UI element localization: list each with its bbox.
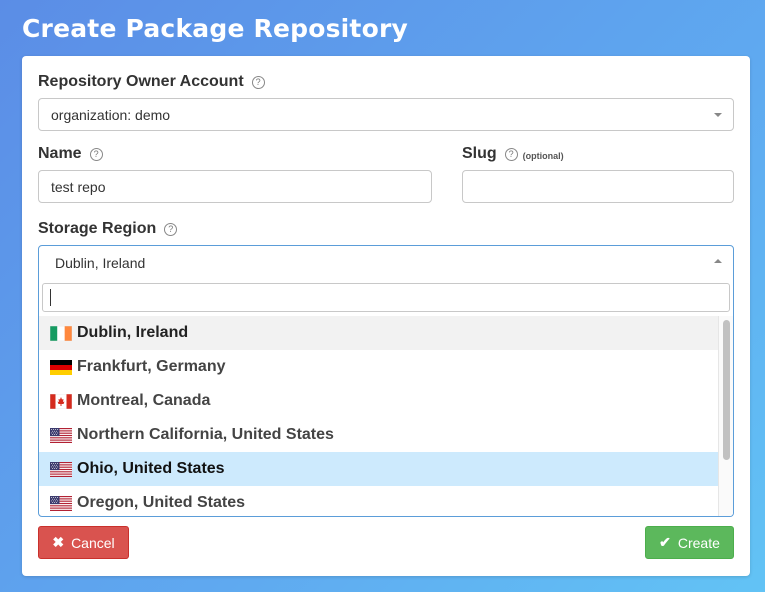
- create-button[interactable]: ✔ Create: [645, 526, 734, 559]
- help-icon[interactable]: ?: [89, 147, 103, 161]
- cancel-button[interactable]: ✖ Cancel: [38, 526, 129, 559]
- region-search-input[interactable]: [42, 283, 730, 312]
- canada-flag-icon: [50, 393, 77, 409]
- region-option-label: Frankfurt, Germany: [77, 358, 226, 375]
- region-option[interactable]: Northern California, United States: [39, 418, 719, 452]
- owner-label-text: Repository Owner Account: [38, 73, 244, 90]
- region-option[interactable]: Montreal, Canada: [39, 384, 719, 418]
- optional-hint: (optional): [522, 150, 564, 161]
- region-option[interactable]: Frankfurt, Germany: [39, 350, 719, 384]
- region-option-label: Oregon, United States: [77, 494, 246, 511]
- region-dropdown[interactable]: Dublin, Ireland Dublin, Ireland Frankfurt…: [38, 245, 734, 517]
- chevron-down-icon: [714, 113, 722, 117]
- region-option-label: Montreal, Canada: [77, 392, 211, 409]
- help-icon[interactable]: ?: [504, 147, 518, 161]
- close-icon: ✖: [52, 534, 65, 550]
- owner-label: Repository Owner Account ?: [38, 73, 265, 91]
- name-label: Name ?: [38, 145, 103, 163]
- germany-flag-icon: [50, 359, 77, 375]
- name-input-value: test repo: [51, 178, 106, 195]
- region-label: Storage Region ?: [38, 220, 178, 238]
- region-label-text: Storage Region: [38, 220, 157, 237]
- scrollbar[interactable]: [718, 316, 733, 516]
- page-title: Create Package Repository: [22, 14, 408, 43]
- region-options-list: Dublin, Ireland Frankfurt, Germany Montrea…: [39, 316, 719, 516]
- region-option[interactable]: Dublin, Ireland: [39, 316, 719, 350]
- us-flag-icon: [50, 495, 77, 511]
- region-option[interactable]: Ohio, United States: [39, 452, 719, 486]
- help-icon[interactable]: ?: [164, 222, 178, 236]
- region-option[interactable]: Oregon, United States: [39, 486, 719, 516]
- scrollbar-thumb[interactable]: [723, 320, 730, 460]
- region-option-label: Ohio, United States: [77, 460, 225, 477]
- create-repository-form: Repository Owner Account ? organization:…: [22, 56, 750, 576]
- slug-label: Slug ? (optional): [462, 145, 564, 163]
- region-select-value: Dublin, Ireland: [55, 254, 146, 271]
- text-cursor: [50, 289, 51, 306]
- owner-select-value: organization: demo: [51, 106, 171, 123]
- chevron-up-icon: [714, 259, 722, 263]
- help-icon[interactable]: ?: [251, 75, 265, 89]
- slug-input[interactable]: [462, 170, 734, 203]
- us-flag-icon: [50, 461, 77, 477]
- region-select[interactable]: Dublin, Ireland: [39, 246, 733, 279]
- owner-select[interactable]: organization: demo: [38, 98, 734, 131]
- us-flag-icon: [50, 427, 77, 443]
- slug-label-text: Slug: [462, 145, 497, 162]
- name-label-text: Name: [38, 145, 82, 162]
- name-input[interactable]: test repo: [38, 170, 432, 203]
- create-label: Create: [677, 534, 720, 551]
- cancel-label: Cancel: [71, 534, 115, 551]
- check-icon: ✔: [659, 534, 671, 550]
- region-option-label: Dublin, Ireland: [77, 324, 189, 341]
- region-option-label: Northern California, United States: [77, 426, 334, 443]
- ireland-flag-icon: [50, 325, 77, 341]
